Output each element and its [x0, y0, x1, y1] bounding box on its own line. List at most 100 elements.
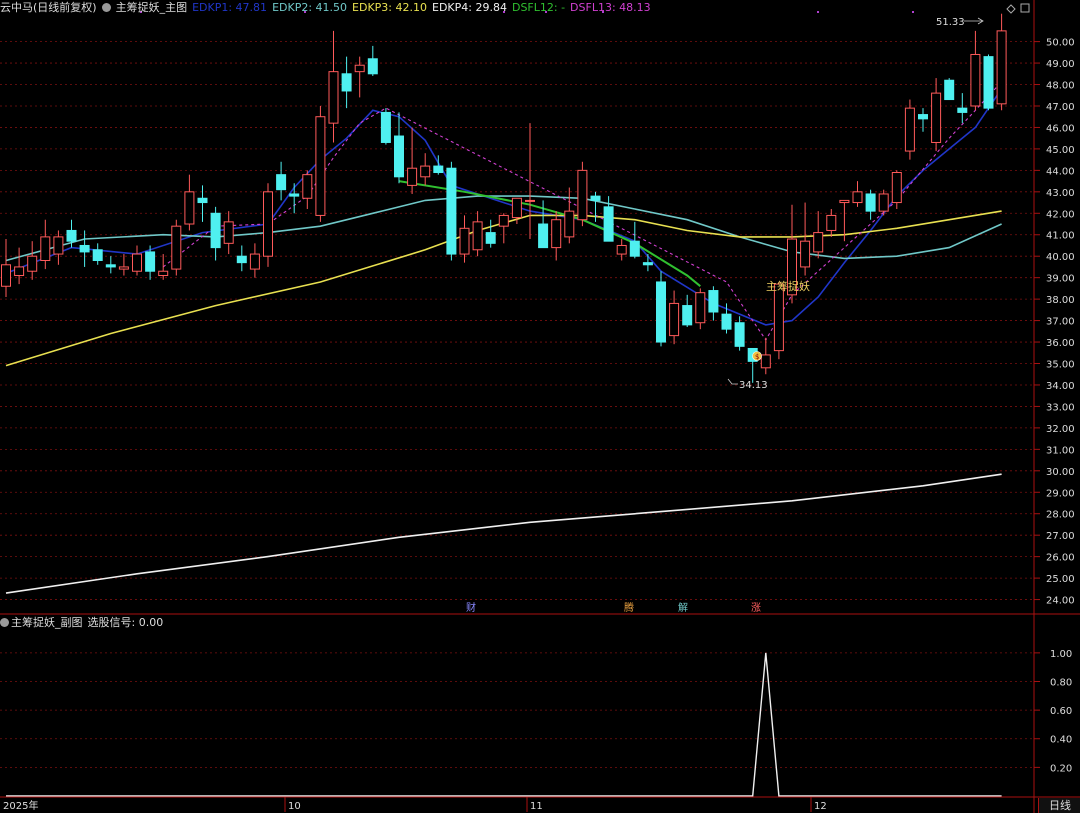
- candle-body: [656, 281, 666, 343]
- price-tick-label: 42.00: [1046, 209, 1075, 220]
- candle-body: [66, 229, 77, 242]
- candle-body: [551, 219, 562, 249]
- candle: [682, 294, 693, 328]
- indicator-settings-icon[interactable]: [101, 3, 111, 12]
- candle: [302, 170, 313, 209]
- candle-body: [420, 165, 431, 178]
- candle-body: [590, 195, 601, 201]
- price-tick-label: 47.00: [1046, 102, 1075, 113]
- candle: [79, 230, 90, 267]
- sub-indicator-settings-icon[interactable]: [0, 618, 9, 627]
- candle: [92, 243, 103, 265]
- candle: [865, 189, 876, 220]
- candle: [564, 187, 575, 244]
- candle: [341, 56, 352, 109]
- event-marker-teng: 腾: [624, 601, 634, 614]
- candle-body: [760, 354, 771, 369]
- price-tick-label: 27.00: [1046, 531, 1075, 542]
- stock-title[interactable]: 云中马(日线前复权): [0, 1, 97, 14]
- price-tick-label: 40.00: [1046, 252, 1075, 263]
- candle-body: [878, 193, 889, 212]
- candle-body: [145, 251, 156, 272]
- candle-body: [118, 266, 129, 270]
- sub-chart-header: 主筹捉妖_副图 选股信号: 0.00: [0, 615, 163, 631]
- candle-body: [315, 116, 326, 216]
- sub-tick-label: 0.20: [1050, 763, 1072, 774]
- high-price-label: 51.33: [936, 17, 965, 28]
- candle-body: [407, 167, 418, 186]
- candle-body: [918, 114, 928, 120]
- candle-body: [538, 223, 549, 249]
- main-price-axis: 24.00 25.00 26.00 27.00 28.00 29.00 30.00 31.00…: [1034, 38, 1075, 607]
- dsfl13-value: DSFL13: 48.13: [570, 1, 651, 14]
- event-marker-unlock: 解: [678, 601, 688, 614]
- candle-body: [79, 244, 90, 253]
- timeframe-button[interactable]: 日线: [1038, 798, 1080, 813]
- candle-body: [92, 249, 103, 261]
- candle: [249, 243, 260, 278]
- event-markers[interactable]: 财 腾 解 涨: [466, 601, 761, 614]
- candle-body: [511, 197, 522, 219]
- candle: [14, 247, 25, 285]
- time-label-dec: 12: [814, 801, 827, 812]
- candle-body: [1, 264, 11, 287]
- candle: [577, 161, 588, 227]
- price-tick-label: 33.00: [1046, 402, 1075, 413]
- candle: [551, 211, 562, 261]
- candle-body: [865, 193, 876, 212]
- price-tick-label: 30.00: [1046, 467, 1075, 478]
- low-annotation: 34.13: [727, 378, 768, 391]
- candle: [263, 183, 273, 267]
- candle-body: [132, 253, 142, 272]
- candle: [695, 288, 706, 330]
- candle: [276, 161, 287, 201]
- candle-body: [970, 53, 981, 107]
- candle: [957, 93, 968, 124]
- candle: [289, 183, 300, 214]
- candle-body: [459, 227, 470, 255]
- price-tick-label: 41.00: [1046, 231, 1075, 242]
- candle: [891, 170, 902, 209]
- candle: [53, 230, 64, 265]
- candle-body: [564, 210, 575, 238]
- price-tick-label: 39.00: [1046, 274, 1075, 285]
- candle-body: [826, 214, 837, 231]
- price-tick-label: 32.00: [1046, 424, 1075, 435]
- candle: [996, 13, 1007, 111]
- sub-indicator-name[interactable]: 主筹捉妖_副图: [11, 616, 83, 629]
- candle-body: [498, 214, 509, 227]
- stock-chart-canvas[interactable]: 24.00 25.00 26.00 27.00 28.00 29.00 30.00 31.00…: [0, 0, 1080, 813]
- candle-body: [105, 264, 116, 268]
- price-tick-label: 44.00: [1046, 166, 1075, 177]
- signal-label: 主筹捉妖: [766, 279, 810, 293]
- main-chart-grid: [0, 41, 1034, 600]
- price-tick-label: 36.00: [1046, 338, 1075, 349]
- candle-body: [40, 236, 51, 261]
- candle: [656, 271, 666, 347]
- candle-body: [210, 212, 221, 249]
- candle-body: [931, 92, 942, 143]
- main-indicator-name[interactable]: 主筹捉妖_主图: [116, 1, 188, 14]
- candle-body: [669, 302, 680, 337]
- candle-body: [682, 305, 693, 326]
- price-tick-label: 24.00: [1046, 596, 1075, 607]
- candle: [734, 316, 745, 351]
- candle-body: [734, 322, 745, 347]
- price-tick-label: 29.00: [1046, 488, 1075, 499]
- candle-body: [577, 169, 588, 221]
- candle: [118, 254, 129, 276]
- candle: [983, 54, 994, 111]
- candle-body: [223, 221, 234, 244]
- high-annotation: 51.33: [936, 17, 984, 28]
- candle-body: [695, 292, 706, 324]
- candle-body: [14, 266, 25, 277]
- candlestick-series[interactable]: [1, 13, 1007, 383]
- signal-value: 选股信号: 0.00: [87, 616, 164, 629]
- candle: [498, 213, 509, 244]
- candle-body: [485, 232, 496, 244]
- candle: [826, 208, 837, 237]
- price-tick-label: 50.00: [1046, 38, 1075, 49]
- candle-body: [891, 172, 902, 204]
- main-chart-lines: [5, 81, 1003, 594]
- candle: [904, 99, 915, 160]
